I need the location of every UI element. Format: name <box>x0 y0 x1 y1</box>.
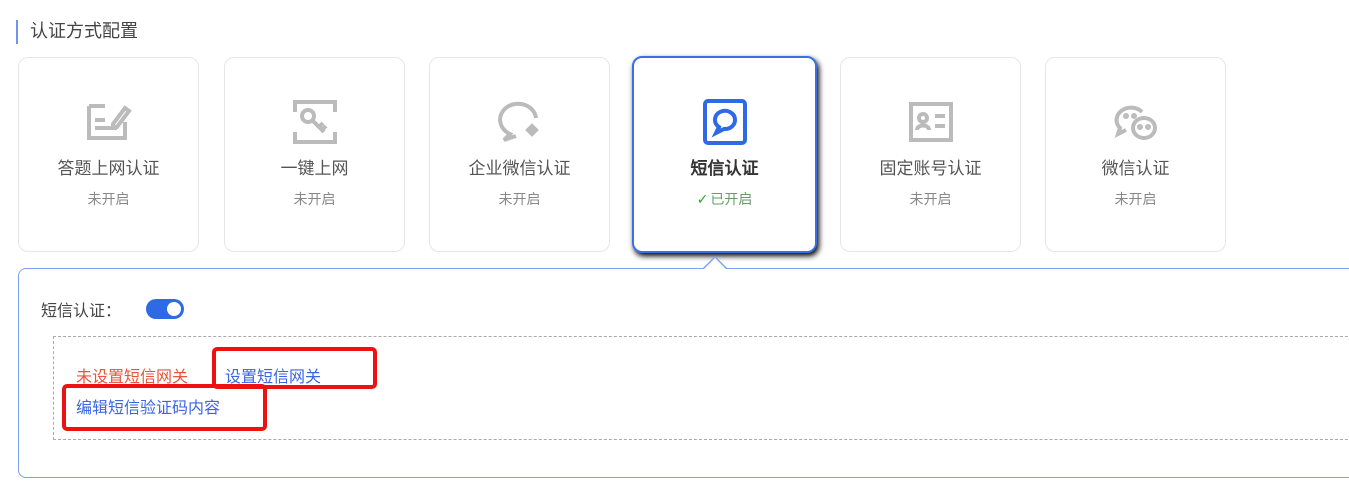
highlight-box <box>62 384 267 431</box>
panel-pointer <box>702 256 728 269</box>
section-title: 认证方式配置 <box>16 20 138 44</box>
card-answer-auth[interactable]: 答题上网认证 未开启 <box>18 57 199 252</box>
sms-chat-icon <box>702 99 747 145</box>
wecom-icon <box>497 101 539 142</box>
wechat-icon <box>1114 105 1157 140</box>
edit-form-icon <box>86 104 132 140</box>
sms-auth-toggle[interactable] <box>146 299 184 319</box>
key-icon <box>292 100 337 144</box>
card-sms-auth[interactable]: 短信认证 ✓ 已开启 <box>632 56 817 253</box>
highlight-box <box>212 347 377 389</box>
id-card-icon <box>908 102 953 142</box>
card-wecom-auth[interactable]: 企业微信认证 未开启 <box>429 57 610 252</box>
card-wechat-auth[interactable]: 微信认证 未开启 <box>1045 57 1226 252</box>
sms-auth-label: 短信认证： <box>41 301 122 320</box>
check-icon: ✓ <box>696 192 709 208</box>
card-fixed-account[interactable]: 固定账号认证 未开启 <box>840 57 1021 252</box>
card-one-click[interactable]: 一键上网 未开启 <box>224 57 405 252</box>
